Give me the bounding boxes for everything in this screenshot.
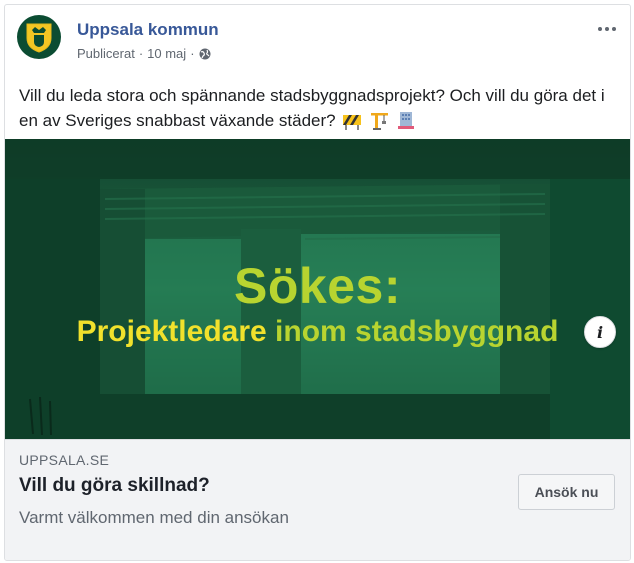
ad-subheadline: Projektledare inom stadsbyggnad: [5, 315, 630, 349]
post-text-body: Vill du leda stora och spännande stadsby…: [19, 86, 605, 130]
meta-separator: ·: [138, 46, 144, 61]
apply-now-button[interactable]: Ansök nu: [518, 474, 615, 510]
post-date[interactable]: 10 maj: [147, 46, 186, 61]
ad-subheadline-part2: inom stadsbyggnad: [275, 315, 559, 348]
ad-post-card: Uppsala kommun Publicerat · 10 maj · Vil…: [4, 4, 631, 561]
link-preview[interactable]: UPPSALA.SE Vill du göra skillnad? Varmt …: [5, 439, 630, 560]
more-icon: [598, 27, 602, 31]
ad-subheadline-part1: Projektledare: [76, 315, 267, 348]
info-icon[interactable]: i: [584, 316, 616, 348]
page-name-link[interactable]: Uppsala kommun: [77, 20, 219, 40]
ad-headline: Sökes:: [234, 258, 401, 314]
page-avatar[interactable]: [17, 15, 61, 59]
globe-icon[interactable]: [199, 48, 211, 60]
crest-icon: [26, 23, 52, 53]
crane-icon: [369, 110, 389, 137]
link-domain: UPPSALA.SE: [19, 452, 110, 468]
office-building-icon: [396, 110, 416, 137]
meta-separator: ·: [190, 46, 195, 61]
post-header: Uppsala kommun Publicerat · 10 maj ·: [17, 15, 617, 61]
published-label: Publicerat: [77, 46, 135, 61]
link-description: Varmt välkommen med din ansökan: [19, 508, 289, 527]
link-title[interactable]: Vill du göra skillnad?: [19, 475, 210, 497]
post-text: Vill du leda stora och spännande stadsby…: [19, 83, 615, 137]
construction-sign-icon: [342, 112, 362, 137]
post-meta: Publicerat · 10 maj ·: [77, 46, 211, 61]
ad-image[interactable]: Sökes: Projektledare inom stadsbyggnad: [5, 139, 630, 439]
more-options-button[interactable]: [595, 19, 619, 39]
